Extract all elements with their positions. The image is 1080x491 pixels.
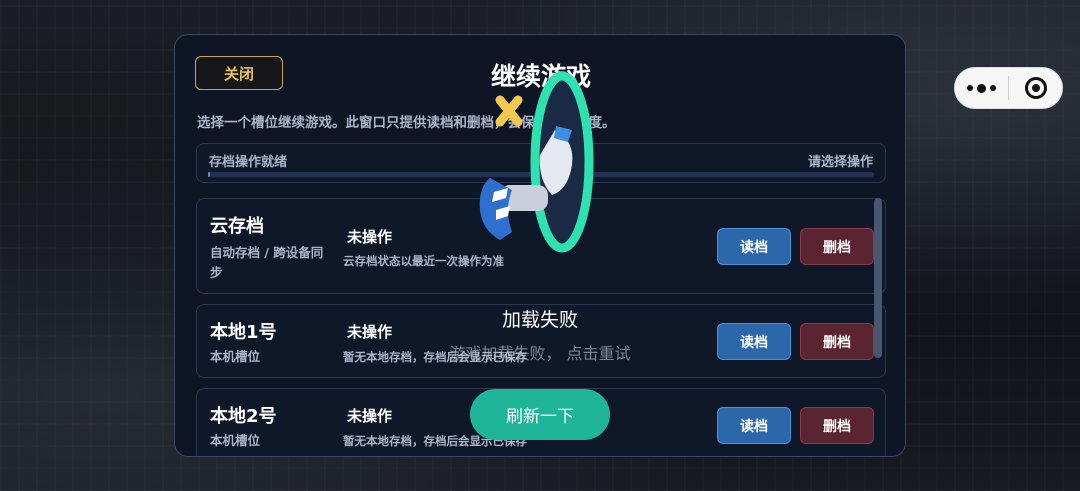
delete-button[interactable]: 删档 [800,407,874,444]
slot-state: 未操作 [347,407,393,425]
status-text: 存档操作就绪 [209,155,288,170]
slot-state: 未操作 [347,323,393,341]
delete-button[interactable]: 删档 [800,323,874,360]
exit-button[interactable] [1009,67,1062,109]
more-button[interactable] [955,67,1008,109]
modal-subtitle: 选择一个槽位继续游戏。此窗口只提供读档和删档，会保存当前进度。 [197,115,616,131]
load-button[interactable]: 读档 [717,228,791,265]
slot-name: 本地2号 [210,406,277,427]
progress-bar [208,172,874,177]
mini-program-capsule [954,67,1063,109]
slot-name: 本地1号 [210,322,277,343]
slot-note: 云存档状态以最近一次操作为准 [343,254,504,268]
slot-description: 本机槽位 [210,433,261,448]
slot-note: 暂无本地存档，存档后会显示已保存 [343,350,527,364]
save-slot-local-1: 本地1号 本机槽位 未操作 暂无本地存档，存档后会显示已保存 读档 删档 [196,304,886,378]
load-button[interactable]: 读档 [717,323,791,360]
target-circle-icon [1024,77,1047,99]
slot-name: 云存档 [210,216,264,237]
slot-description: 本机槽位 [210,349,261,364]
more-dots-icon [967,83,996,93]
status-panel: 存档操作就绪 请选择操作 [196,143,886,183]
scrollbar[interactable] [874,198,882,358]
save-slot-cloud: 云存档 自动存档 / 跨设备同步 未操作 云存档状态以最近一次操作为准 读档 删… [196,198,886,294]
load-button[interactable]: 读档 [717,407,791,444]
progress-fill [208,172,210,177]
status-hint: 请选择操作 [807,155,873,170]
refresh-button[interactable]: 刷新一下 [470,389,610,440]
modal-title: 继续游戏 [490,62,591,91]
delete-button[interactable]: 删档 [800,228,874,265]
slot-state: 未操作 [347,228,393,246]
slot-description: 自动存档 / 跨设备同步 [210,245,324,280]
